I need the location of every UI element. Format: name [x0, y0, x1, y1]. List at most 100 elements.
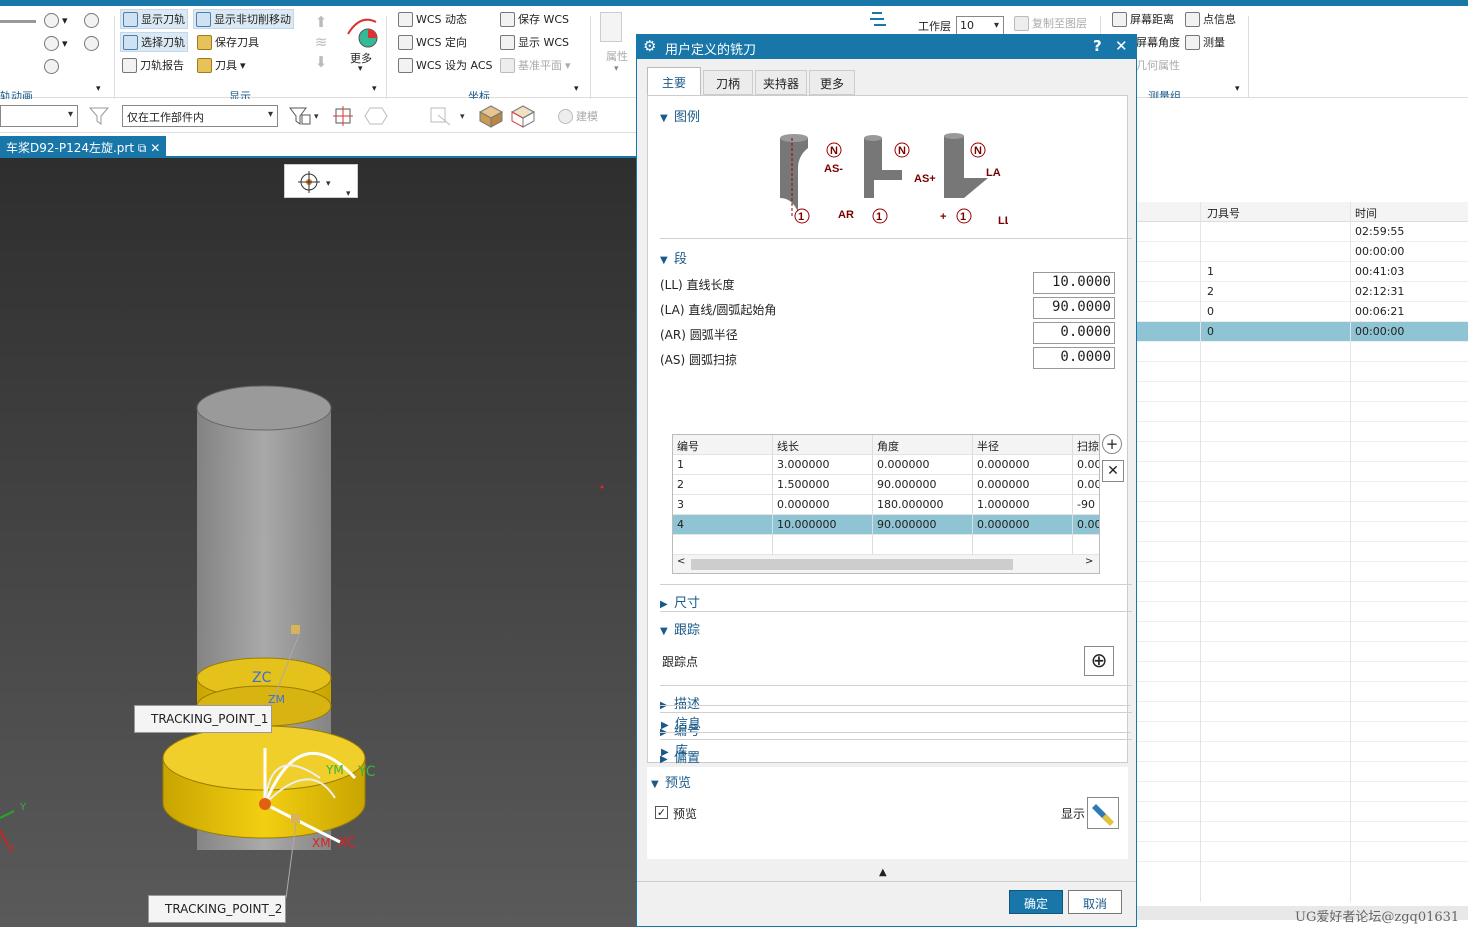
properties-chevron-icon[interactable]: ▾ — [614, 64, 619, 74]
table-row[interactable] — [1137, 462, 1468, 482]
table-row[interactable] — [1137, 622, 1468, 642]
table-row[interactable] — [1137, 702, 1468, 722]
point-snap-dropdown-icon[interactable]: ▾ — [428, 105, 470, 127]
table-row[interactable] — [673, 535, 773, 555]
tab-more[interactable]: 更多 — [809, 70, 855, 95]
table-row[interactable] — [1137, 522, 1468, 542]
pin-icon[interactable]: ⧉ — [138, 141, 147, 155]
play-button[interactable] — [82, 33, 101, 53]
coords-group-expand-icon[interactable]: ▾ — [574, 84, 579, 94]
prev-frame-button[interactable] — [82, 10, 101, 30]
shaded-cube-icon[interactable] — [478, 104, 504, 128]
table-row[interactable] — [1137, 442, 1468, 462]
table-header-cell[interactable]: 角度 — [873, 435, 973, 455]
table-header-cell[interactable]: 线长 — [773, 435, 873, 455]
snap-view-control[interactable]: ▾ ▾ — [284, 164, 358, 199]
tracking-point-add-icon[interactable]: ⊕ — [1084, 646, 1114, 676]
segment-field-input[interactable]: 0.0000 — [1033, 347, 1115, 369]
table-row[interactable] — [1137, 502, 1468, 522]
tab-shank[interactable]: 刀柄 — [703, 70, 753, 95]
show-path-button[interactable]: 显示刀轨 — [120, 9, 188, 29]
table-row[interactable] — [1137, 762, 1468, 782]
table-row[interactable] — [1137, 802, 1468, 822]
segment-field-input[interactable]: 90.0000 — [1033, 297, 1115, 319]
table-row[interactable] — [1137, 782, 1468, 802]
cancel-button[interactable]: 取消 — [1068, 890, 1122, 914]
filter-type-select[interactable] — [0, 105, 78, 127]
pause-button[interactable] — [42, 56, 61, 76]
table-header-cell[interactable]: 半径 — [973, 435, 1073, 455]
geom-props-button[interactable]: 几何属性 — [1134, 55, 1182, 75]
filter-icon[interactable] — [88, 106, 112, 126]
segment-field-input[interactable]: 0.0000 — [1033, 322, 1115, 344]
table-row[interactable] — [1137, 582, 1468, 602]
table-row[interactable] — [1137, 822, 1468, 842]
info-section-header[interactable]: ▶ 信息 — [661, 713, 701, 732]
properties-label[interactable]: 属性 — [606, 48, 628, 64]
anim-slider[interactable] — [0, 20, 36, 23]
size-section-header[interactable]: ▶ 尺寸 — [660, 592, 700, 611]
description-section-header[interactable]: ▶描述 — [660, 693, 700, 712]
table-row[interactable] — [1137, 342, 1468, 362]
wcs-as-acs-button[interactable]: WCS 设为 ACS — [396, 55, 495, 75]
legend-section-header[interactable]: ▼ 图例 — [660, 106, 700, 125]
selection-scope-select[interactable]: 仅在工作部件内 — [122, 105, 278, 127]
table-row[interactable]: 1 — [673, 455, 773, 475]
segment-field-input[interactable]: 10.0000 — [1033, 272, 1115, 294]
table-row[interactable] — [1137, 722, 1468, 742]
segment-table[interactable]: 编号 线长 角度 半径 扫掠 1 3.000000 0.000000 0.000000 0.00 2… — [672, 434, 1100, 574]
wcs-orient-button[interactable]: WCS 定向 — [396, 32, 469, 52]
save-wcs-button[interactable]: 保存 WCS — [498, 9, 571, 29]
scroll-left-icon[interactable]: < — [677, 556, 685, 567]
work-layer-select[interactable]: 10 — [956, 16, 1004, 36]
table-cell[interactable]: 0.000000 — [973, 515, 1073, 535]
table-row[interactable] — [1137, 402, 1468, 422]
tab-main[interactable]: 主要 — [647, 67, 701, 95]
table-row[interactable] — [1137, 562, 1468, 582]
more-chevron-icon[interactable]: ▾ — [358, 64, 363, 74]
table-cell[interactable]: 0.00 — [1073, 455, 1099, 475]
point-info-button[interactable]: 点信息 — [1183, 9, 1238, 29]
display-group-expand-icon[interactable]: ▾ — [372, 84, 377, 94]
preview-checkbox[interactable]: ✓ — [655, 806, 668, 819]
file-tab[interactable]: 车桨D92-P124左旋.prt ⧉ ✕ — [0, 136, 167, 158]
help-icon[interactable]: ? — [1093, 37, 1102, 55]
table-row[interactable]: 0 00:06:21 — [1137, 302, 1468, 322]
table-row[interactable] — [1137, 482, 1468, 502]
table-row[interactable] — [1137, 842, 1468, 862]
show-wcs-button[interactable]: 显示 WCS — [498, 32, 571, 52]
table-cell[interactable] — [1073, 535, 1099, 555]
table-row[interactable]: 1 00:41:03 — [1137, 262, 1468, 282]
table-cell[interactable]: 1.000000 — [973, 495, 1073, 515]
table-cell[interactable]: 0.000000 — [773, 495, 873, 515]
library-section-header[interactable]: ▶ 库 — [661, 740, 688, 759]
table-scrollbar[interactable]: < > — [673, 555, 1099, 573]
type-filter-icon[interactable]: ▾ — [288, 105, 322, 127]
table-cell[interactable] — [873, 535, 973, 555]
copy-to-layer-button[interactable]: 复制至图层 — [1012, 13, 1089, 33]
show-noncut-button[interactable]: 显示非切削移动 — [193, 9, 294, 29]
close-tab-icon[interactable]: ✕ — [150, 141, 160, 155]
graphics-viewport[interactable]: ZC ZM YM YC XM XC Y X ▾ ▾ TRACKING_POINT_… — [0, 158, 636, 927]
table-cell[interactable]: 0.00 — [1073, 515, 1099, 535]
ok-button[interactable]: 确定 — [1009, 890, 1063, 914]
modeling-button[interactable]: 建模 — [556, 106, 600, 126]
table-row[interactable] — [1137, 382, 1468, 402]
table-cell[interactable]: 10.000000 — [773, 515, 873, 535]
wcs-dynamic-button[interactable]: WCS 动态 — [396, 9, 469, 29]
table-cell[interactable]: 90.000000 — [873, 475, 973, 495]
table-row[interactable] — [1137, 542, 1468, 562]
tracking-section-header[interactable]: ▼ 跟踪 — [660, 619, 700, 638]
tracking-point-2-label[interactable]: TRACKING_POINT_2 — [148, 895, 286, 923]
show-preview-button[interactable] — [1087, 797, 1119, 829]
add-segment-icon[interactable]: + — [1102, 434, 1122, 454]
path-report-button[interactable]: 刀轨报告 — [120, 55, 186, 75]
select-path-button[interactable]: 选择刀轨 — [120, 32, 188, 52]
table-cell[interactable]: 0.00 — [1073, 475, 1099, 495]
table-header-cell[interactable]: 扫掠 — [1073, 435, 1099, 455]
measure-button[interactable]: 测量 — [1183, 32, 1227, 52]
table-cell[interactable]: 1.500000 — [773, 475, 873, 495]
table-cell[interactable]: 0.000000 — [873, 455, 973, 475]
table-row[interactable]: 3 — [673, 495, 773, 515]
measure-group-expand-icon[interactable]: ▾ — [1235, 84, 1240, 94]
